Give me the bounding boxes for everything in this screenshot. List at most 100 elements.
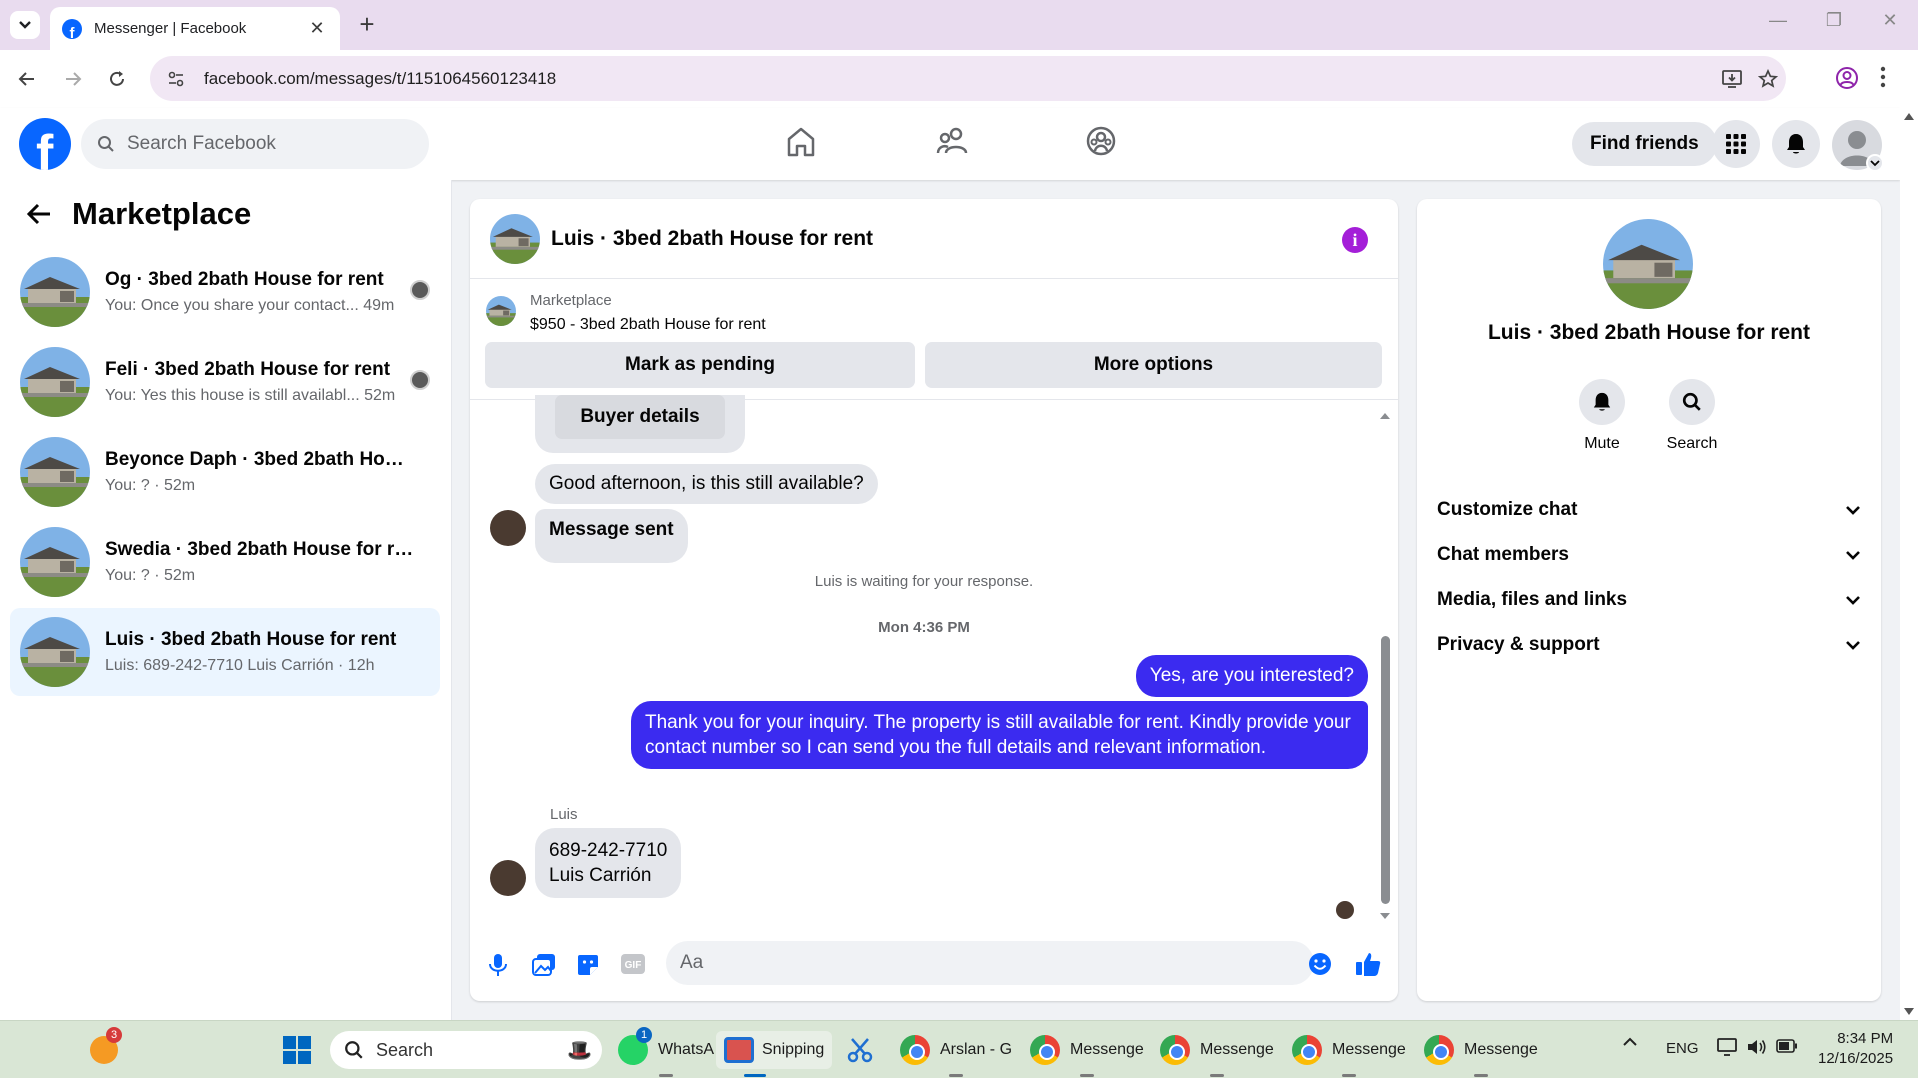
message-input[interactable]: Aa — [666, 941, 1314, 985]
buyer-details-button[interactable]: Buyer details — [555, 395, 725, 439]
back-button[interactable] — [14, 66, 40, 92]
taskbar-snip-sketch[interactable] — [846, 1031, 874, 1069]
facebook-favicon-icon: f — [62, 18, 82, 39]
back-arrow-icon[interactable] — [26, 203, 52, 225]
conversation-item[interactable]: Beyonce Daph · 3bed 2bath House... You: … — [10, 428, 440, 516]
listing-price[interactable]: $950 - 3bed 2bath House for rent — [530, 316, 766, 334]
taskbar-chrome-messenger[interactable]: Messenge — [1424, 1031, 1538, 1077]
taskbar-chrome-messenger[interactable]: Messenge — [1160, 1031, 1274, 1077]
mute-button[interactable]: Mute — [1562, 379, 1642, 453]
thumbs-up-icon[interactable] — [1354, 950, 1382, 978]
weather-widget[interactable]: 3 — [90, 1027, 122, 1069]
chrome-menu-icon[interactable] — [1880, 65, 1886, 89]
message-scrollbar-thumb[interactable] — [1381, 636, 1390, 904]
outgoing-message-line: contact number so I can send you the ful… — [645, 737, 1267, 758]
listing-photo[interactable] — [1603, 219, 1693, 309]
marketplace-sidebar: Marketplace Og · 3bed 2bath House for re… — [0, 180, 452, 1020]
chevron-down-icon — [19, 21, 31, 29]
message-list[interactable]: Buyer details Good afternoon, is this st… — [470, 395, 1398, 936]
taskbar-snipping-tool[interactable]: Snipping — [716, 1031, 833, 1077]
facebook-search-input[interactable]: Search Facebook — [81, 119, 429, 169]
message-composer: GIF Aa — [470, 936, 1398, 1001]
house-thumbnail — [20, 257, 90, 327]
media-files-links-section[interactable]: Media, files and links — [1437, 582, 1861, 618]
more-options-button[interactable]: More options — [925, 342, 1382, 388]
site-info-icon[interactable] — [156, 70, 196, 88]
chevron-down-icon — [1846, 641, 1860, 650]
microphone-icon[interactable] — [488, 953, 508, 977]
browser-toolbar: facebook.com/messages/t/1151064560123418 — [0, 50, 1918, 108]
menu-grid-button[interactable] — [1712, 120, 1760, 168]
install-app-icon[interactable] — [1714, 69, 1750, 89]
sender-avatar[interactable] — [490, 860, 526, 896]
facebook-logo-icon[interactable]: f — [19, 118, 71, 170]
restore-button[interactable]: ❐ — [1814, 10, 1854, 31]
running-indicator — [1209, 1074, 1224, 1077]
running-indicator — [1341, 1074, 1356, 1077]
taskbar-whatsapp[interactable]: 1 WhatsA — [618, 1027, 714, 1077]
volume-icon[interactable] — [1746, 1037, 1768, 1057]
chat-header: Luis · 3bed 2bath House for rent i — [470, 199, 1398, 279]
outgoing-message-line: Thank you for your inquiry. The property… — [645, 712, 1351, 733]
listing-banner: Marketplace $950 - 3bed 2bath House for … — [470, 280, 1398, 400]
search-in-conversation-button[interactable]: Search — [1652, 379, 1732, 453]
privacy-support-section[interactable]: Privacy & support — [1437, 627, 1861, 663]
windows-logo-icon — [283, 1036, 311, 1064]
incoming-message: Good afternoon, is this still available? — [535, 464, 878, 504]
account-caret-icon[interactable] — [1866, 154, 1884, 172]
taskbar-chrome-arslan[interactable]: Arslan - G — [900, 1031, 1013, 1077]
conversation-item[interactable]: Feli · 3bed 2bath House for rent You: Ye… — [10, 338, 440, 426]
find-friends-button[interactable]: Find friends — [1572, 122, 1717, 166]
conversation-preview: You: Yes this house is still availabl...… — [105, 387, 396, 404]
mute-label: Mute — [1584, 435, 1620, 452]
gif-icon[interactable]: GIF — [620, 953, 646, 975]
show-hidden-icons-button[interactable] — [1622, 1037, 1638, 1047]
close-window-button[interactable]: ✕ — [1870, 10, 1910, 31]
groups-nav-icon[interactable] — [1086, 126, 1116, 156]
browser-tab[interactable]: f Messenger | Facebook ✕ — [50, 7, 340, 50]
running-indicator — [949, 1074, 963, 1077]
bookmark-star-icon[interactable] — [1750, 68, 1786, 89]
conversation-name: Beyonce Daph · 3bed 2bath House... — [105, 449, 415, 470]
network-icon[interactable] — [1716, 1037, 1738, 1057]
listing-thumbnail[interactable] — [486, 296, 516, 326]
taskbar-search[interactable]: Search 🎩 — [330, 1031, 602, 1069]
taskbar-chrome-messenger[interactable]: Messenge — [1030, 1031, 1144, 1077]
photo-attach-icon[interactable] — [532, 953, 556, 977]
conversation-preview: You: ? · 52m — [105, 567, 196, 584]
svg-text:GIF: GIF — [625, 960, 642, 971]
chrome-profile-icon[interactable] — [1834, 65, 1860, 91]
sticker-icon[interactable] — [576, 953, 600, 977]
house-thumbnail[interactable] — [490, 213, 540, 264]
chat-members-section[interactable]: Chat members — [1437, 537, 1861, 573]
new-tab-button[interactable]: + — [352, 9, 382, 40]
running-indicator — [659, 1074, 673, 1077]
language-indicator[interactable]: ENG — [1666, 1040, 1699, 1057]
mark-as-pending-button[interactable]: Mark as pending — [485, 342, 915, 388]
page-scrollbar[interactable] — [1900, 108, 1918, 1020]
reload-button[interactable] — [104, 66, 130, 92]
conversation-item[interactable]: Og · 3bed 2bath House for rent You: Once… — [10, 248, 440, 336]
home-nav-icon[interactable] — [786, 126, 816, 158]
start-button[interactable] — [282, 1031, 312, 1069]
conversation-info-icon[interactable]: i — [1342, 227, 1368, 253]
conversation-item-active[interactable]: Luis · 3bed 2bath House for rent Luis: 6… — [10, 608, 440, 696]
conversation-item[interactable]: Swedia · 3bed 2bath House for rent You: … — [10, 518, 440, 606]
customize-chat-section[interactable]: Customize chat — [1437, 492, 1861, 528]
minimize-button[interactable]: — — [1758, 10, 1798, 31]
address-bar[interactable]: facebook.com/messages/t/1151064560123418 — [150, 56, 1786, 101]
chat-title[interactable]: Luis · 3bed 2bath House for rent — [551, 227, 873, 251]
battery-icon[interactable] — [1776, 1039, 1798, 1053]
friends-nav-icon[interactable] — [936, 126, 968, 156]
sender-avatar[interactable] — [490, 510, 526, 546]
tab-close-icon[interactable]: ✕ — [306, 18, 328, 39]
taskbar-chrome-messenger[interactable]: Messenge — [1292, 1031, 1406, 1077]
notifications-button[interactable] — [1772, 120, 1820, 168]
tab-search-button[interactable] — [10, 11, 40, 39]
forward-button[interactable] — [60, 66, 86, 92]
clock-date: 12/16/2025 — [1818, 1050, 1894, 1067]
app-label: Arslan - G — [940, 1041, 1013, 1058]
system-clock[interactable]: 8:34 PM 12/16/2025 — [1818, 1029, 1893, 1069]
house-thumbnail — [20, 437, 90, 507]
emoji-icon[interactable] — [1308, 952, 1332, 976]
